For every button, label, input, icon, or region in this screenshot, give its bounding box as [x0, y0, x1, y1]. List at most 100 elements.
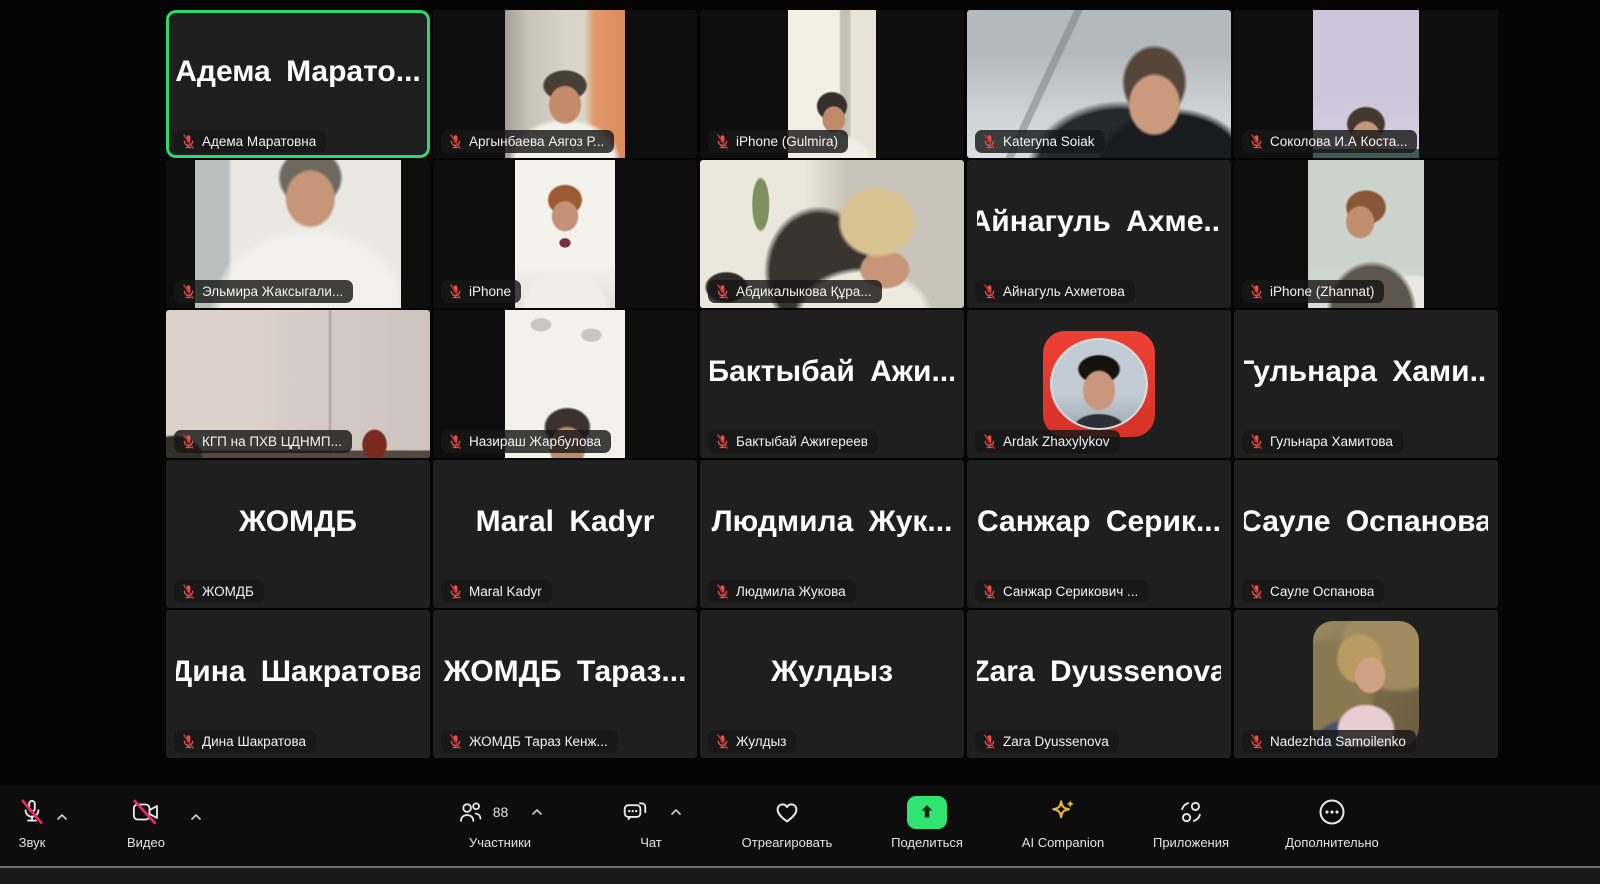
mic-muted-icon [715, 284, 730, 299]
participant-display-name: Гульнара Хами... [1244, 310, 1488, 434]
participant-tile[interactable]: Сауле Оспанова Сауле Оспанова [1234, 460, 1498, 608]
participant-tile[interactable]: Абдикалыкова Құра... [700, 160, 964, 308]
participant-tile[interactable]: Kateryna Soiak [967, 10, 1231, 158]
participant-name-text: Ardak Zhaxylykov [1003, 434, 1110, 449]
share-screen-button[interactable]: Поделиться [868, 796, 986, 850]
participant-display-name [1244, 610, 1488, 734]
react-button[interactable]: Отреагировать [720, 796, 854, 850]
participant-name-label: iPhone (Gulmira) [708, 130, 848, 153]
mic-muted-icon [181, 434, 196, 449]
participant-name-text: Адема Маратовна [202, 134, 316, 149]
mic-muted-icon [982, 134, 997, 149]
mic-muted-icon [181, 734, 196, 749]
participant-tile[interactable]: ЖОМДБ ЖОМДБ [166, 460, 430, 608]
video-off-icon [131, 799, 161, 825]
participant-tile[interactable]: iPhone (Gulmira) [700, 10, 964, 158]
participant-name-text: Аргынбаева Аягоз Р... [469, 134, 604, 149]
participant-display-name: Бактыбай Ажи... [710, 310, 954, 434]
heart-icon [772, 797, 802, 827]
participant-name-label: Zara Dyussenova [975, 730, 1119, 753]
participants-icon [457, 799, 484, 826]
chat-icon [621, 798, 649, 826]
participant-name-label: iPhone (Zhannat) [1242, 280, 1384, 303]
participant-name-text: Maral Kadyr [469, 584, 542, 599]
participant-tile[interactable]: Дина Шакратова Дина Шакратова [166, 610, 430, 758]
participant-tile[interactable]: Адема Марато... Адема Маратовна [166, 10, 430, 158]
participant-name-label: Соколова И.А Коста... [1242, 130, 1417, 153]
participant-name-label: Назираш Жарбулова [441, 430, 611, 453]
participant-name-text: Nadezhda Samoilenko [1270, 734, 1406, 749]
window-bottom-edge [0, 866, 1600, 884]
participant-display-name [443, 160, 687, 284]
participant-name-text: Жулдыз [736, 734, 786, 749]
audio-menu-chevron[interactable] [56, 808, 68, 816]
mic-muted-icon [1249, 584, 1264, 599]
video-button-label: Видео [127, 835, 165, 850]
mic-muted-icon [715, 734, 730, 749]
participant-name-text: ЖОМДБ [202, 584, 254, 599]
apps-button[interactable]: Приложения [1134, 796, 1248, 850]
participant-tile[interactable]: Nadezhda Samoilenko [1234, 610, 1498, 758]
chevron-up-icon [56, 813, 68, 821]
participant-name-label: Людмила Жукова [708, 580, 856, 603]
participant-name-text: Санжар Серикович ... [1003, 584, 1138, 599]
mic-muted-icon [982, 584, 997, 599]
chat-button[interactable]: Чат [606, 796, 696, 850]
ai-sparkle-icon [1048, 797, 1078, 827]
participant-tile[interactable]: Назираш Жарбулова [433, 310, 697, 458]
chevron-up-icon [190, 813, 202, 821]
participant-display-name [176, 160, 420, 284]
mic-off-icon [18, 798, 46, 826]
participant-tile[interactable]: Zara Dyussenova Zara Dyussenova [967, 610, 1231, 758]
mic-muted-icon [448, 134, 463, 149]
mic-muted-icon [448, 734, 463, 749]
react-button-label: Отреагировать [742, 835, 833, 850]
mic-muted-icon [715, 434, 730, 449]
more-button[interactable]: Дополнительно [1262, 796, 1402, 850]
participant-display-name [1244, 160, 1488, 284]
participant-name-label: ЖОМДБ Тараз Кенж... [441, 730, 618, 753]
participant-name-label: Жулдыз [708, 730, 796, 753]
participant-name-label: Kateryna Soiak [975, 130, 1105, 153]
participant-tile[interactable]: ЖОМДБ Тараз... ЖОМДБ Тараз Кенж... [433, 610, 697, 758]
ai-companion-button[interactable]: AI Companion [1000, 796, 1126, 850]
participant-name-label: Сауле Оспанова [1242, 580, 1384, 603]
participant-name-label: Дина Шакратова [174, 730, 316, 753]
chat-menu-chevron[interactable] [670, 808, 682, 816]
participant-tile[interactable]: Людмила Жук... Людмила Жукова [700, 460, 964, 608]
participant-name-label: Бактыбай Ажигереев [708, 430, 878, 453]
participant-name-text: Назираш Жарбулова [469, 434, 601, 449]
participant-tile[interactable]: iPhone (Zhannat) [1234, 160, 1498, 308]
participant-display-name: Zara Dyussenova [977, 610, 1221, 734]
participant-tile[interactable]: Соколова И.А Коста... [1234, 10, 1498, 158]
participant-name-label: Maral Kadyr [441, 580, 552, 603]
participant-name-text: Айнагуль Ахметова [1003, 284, 1125, 299]
participant-name-text: Соколова И.А Коста... [1270, 134, 1407, 149]
participant-tile[interactable]: Санжар Серик... Санжар Серикович ... [967, 460, 1231, 608]
video-button[interactable]: Видео [108, 796, 184, 850]
participant-tile[interactable]: КГП на ПХВ ЦДНМП... [166, 310, 430, 458]
participant-name-label: Эльмира Жаксыгали... [174, 280, 353, 303]
mute-button[interactable]: Звук [0, 796, 70, 850]
participant-tile[interactable]: Эльмира Жаксыгали... [166, 160, 430, 308]
participants-count: 88 [493, 804, 509, 820]
participants-menu-chevron[interactable] [531, 808, 543, 816]
mic-muted-icon [715, 134, 730, 149]
share-screen-icon [907, 796, 947, 829]
participant-tile[interactable]: Аргынбаева Аягоз Р... [433, 10, 697, 158]
more-ellipsis-icon [1317, 797, 1347, 827]
participant-tile[interactable]: Айнагуль Ахме... Айнагуль Ахметова [967, 160, 1231, 308]
participant-tile[interactable]: Жулдыз Жулдыз [700, 610, 964, 758]
participant-tile[interactable]: Гульнара Хами... Гульнара Хамитова [1234, 310, 1498, 458]
participant-display-name: Жулдыз [710, 610, 954, 734]
video-menu-chevron[interactable] [190, 808, 202, 816]
participant-display-name [443, 10, 687, 134]
mic-muted-icon [1249, 134, 1264, 149]
participant-tile[interactable]: Бактыбай Ажи... Бактыбай Ажигереев [700, 310, 964, 458]
participant-tile[interactable]: Maral Kadyr Maral Kadyr [433, 460, 697, 608]
participant-name-label: КГП на ПХВ ЦДНМП... [174, 430, 352, 453]
participant-tile[interactable]: Ardak Zhaxylykov [967, 310, 1231, 458]
mic-muted-icon [1249, 734, 1264, 749]
participant-tile[interactable]: iPhone [433, 160, 697, 308]
participants-button[interactable]: 88 Участники [440, 796, 560, 850]
